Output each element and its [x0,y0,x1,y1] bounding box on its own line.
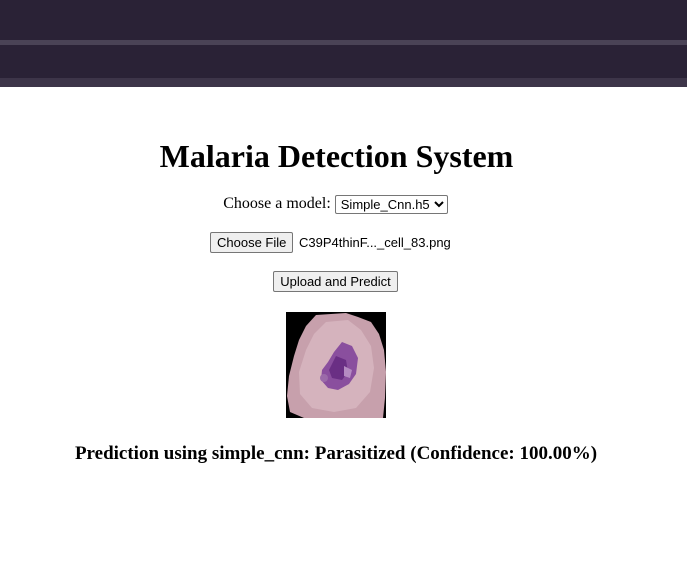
upload-predict-button[interactable]: Upload and Predict [273,271,398,292]
selected-file-name: C39P4thinF..._cell_83.png [299,235,451,250]
top-header-bar [0,0,687,87]
cell-image-preview [286,312,386,418]
header-bottom-border [0,78,687,87]
model-label: Choose a model: [223,195,331,212]
model-select[interactable]: Simple_Cnn.h5 [334,194,448,214]
choose-file-button[interactable]: Choose File [210,232,294,253]
upload-row: Upload and Predict [0,271,671,292]
model-selector-row: Choose a model: Simple_Cnn.h5 [0,194,671,214]
header-divider [0,40,687,45]
blood-cell-image [286,312,386,418]
file-input-row: Choose File C39P4thinF..._cell_83.png [210,232,451,253]
prediction-result: Prediction using simple_cnn: Parasitized… [74,443,598,464]
page-title: Malaria Detection System [159,138,514,174]
